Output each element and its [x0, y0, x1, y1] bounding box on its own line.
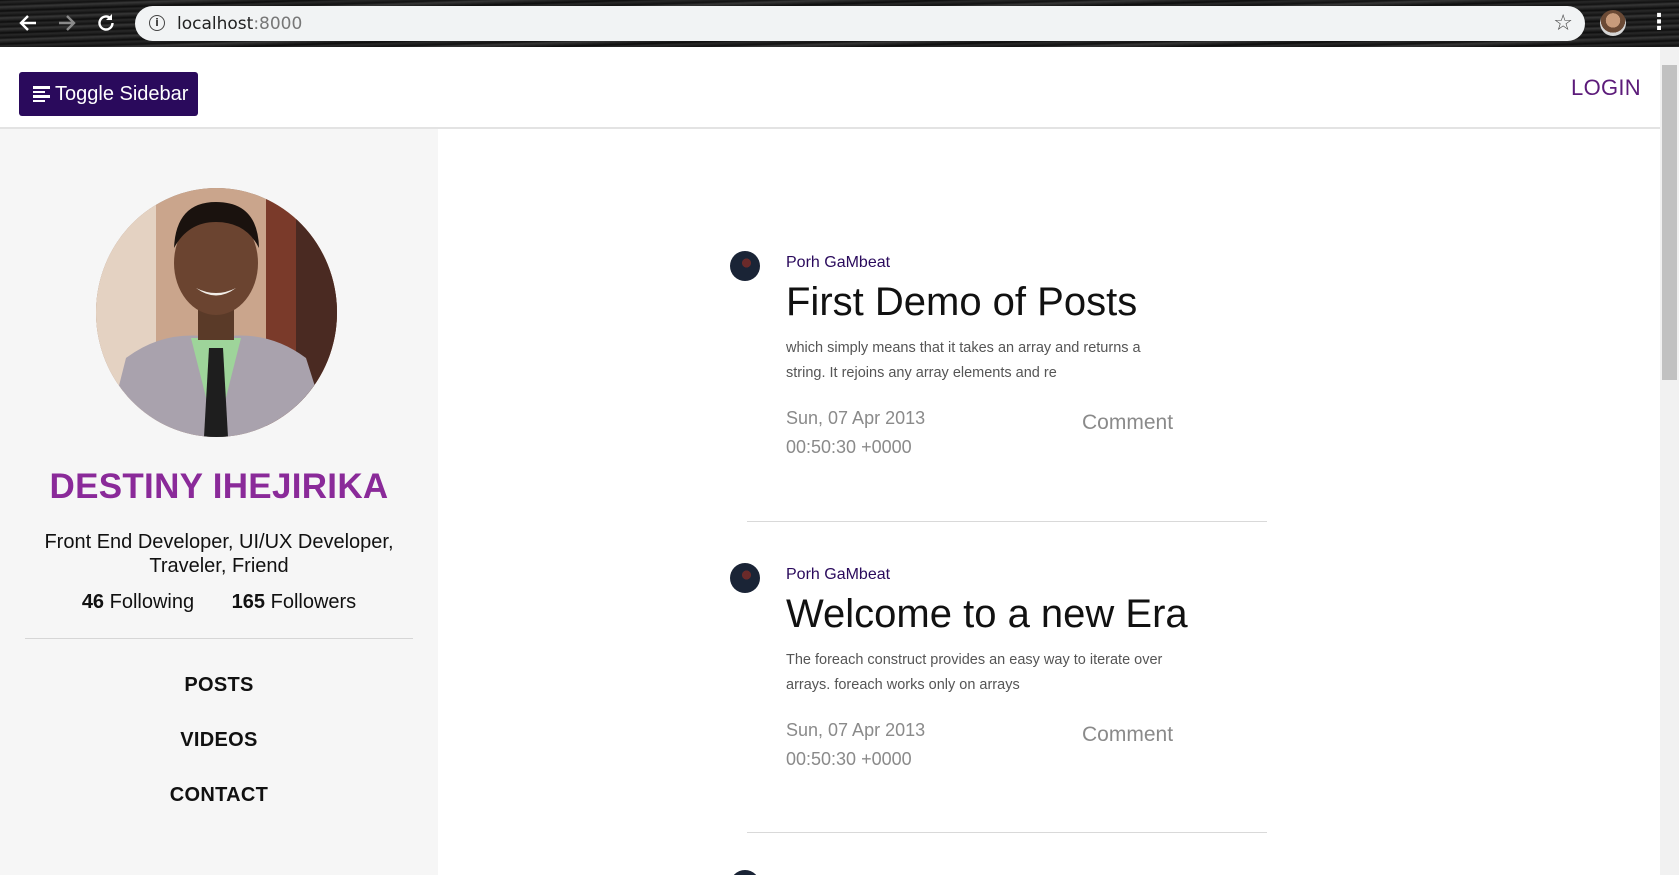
profile-avatar: [96, 188, 337, 437]
scrollbar-thumb[interactable]: [1662, 65, 1677, 380]
following-stat[interactable]: 46 Following: [82, 591, 194, 614]
post-date: Sun, 07 Apr 2013 00:50:30 +0000: [786, 408, 926, 457]
arrow-left-icon: [19, 15, 36, 31]
sidebar-item-videos[interactable]: VIDEOS: [0, 729, 438, 752]
post-date: Sun, 07 Apr 2013 00:50:30 +0000: [786, 720, 926, 769]
reload-icon: [98, 14, 114, 31]
followers-count: 165: [231, 591, 266, 613]
forward-button[interactable]: [53, 9, 81, 37]
author-avatar[interactable]: [730, 870, 760, 875]
toggle-sidebar-button[interactable]: Toggle Sidebar: [19, 72, 198, 116]
browser-profile-avatar[interactable]: [1600, 10, 1626, 36]
profile-name: DESTINY IHEJIRIKA: [49, 467, 389, 506]
sidebar-item-contact[interactable]: CONTACT: [0, 784, 438, 807]
author-avatar[interactable]: [730, 563, 760, 593]
profile-photo: [96, 188, 337, 437]
author-avatar[interactable]: [730, 251, 760, 281]
post-divider: [747, 832, 1267, 833]
toggle-sidebar-label: Toggle Sidebar: [55, 82, 189, 105]
post-excerpt: which simply means that it takes an arra…: [786, 340, 1141, 381]
login-link[interactable]: LOGIN: [1571, 75, 1641, 101]
sidebar: DESTINY IHEJIRIKA Front End Developer, U…: [0, 129, 438, 875]
arrow-right-icon: [59, 15, 76, 31]
page-scrollbar[interactable]: [1660, 47, 1679, 875]
reload-button[interactable]: [92, 9, 120, 37]
post-author[interactable]: Porh GaMbeat: [786, 254, 890, 272]
post-excerpt: The foreach construct provides an easy w…: [786, 652, 1163, 693]
sidebar-divider: [25, 638, 413, 639]
post-title[interactable]: First Demo of Posts: [786, 280, 1137, 325]
post-author[interactable]: Porh GaMbeat: [786, 566, 890, 584]
site-header: Toggle Sidebar LOGIN: [0, 47, 1660, 129]
url-text[interactable]: localhost:8000: [177, 14, 302, 34]
address-bar[interactable]: i localhost:8000 ☆: [135, 6, 1585, 41]
hamburger-icon: [33, 86, 50, 103]
comment-link[interactable]: Comment: [1082, 411, 1173, 435]
following-label: Following: [109, 591, 195, 613]
comment-link[interactable]: Comment: [1082, 723, 1173, 747]
post-divider: [747, 521, 1267, 522]
profile-stats: 46 Following 165 Followers: [0, 591, 438, 614]
profile-bio: Front End Developer, UI/UX Developer, Tr…: [44, 531, 394, 577]
browser-toolbar: i localhost:8000 ☆ ⋮: [0, 0, 1679, 47]
followers-label: Followers: [270, 591, 357, 613]
star-icon[interactable]: ☆: [1553, 10, 1573, 36]
sidebar-item-posts[interactable]: POSTS: [0, 674, 438, 697]
followers-stat[interactable]: 165 Followers: [232, 591, 357, 614]
more-vert-icon[interactable]: ⋮: [1648, 8, 1670, 36]
back-button[interactable]: [14, 9, 42, 37]
following-count: 46: [81, 591, 105, 613]
post-title[interactable]: Welcome to a new Era: [786, 592, 1188, 637]
info-icon[interactable]: i: [149, 15, 165, 31]
